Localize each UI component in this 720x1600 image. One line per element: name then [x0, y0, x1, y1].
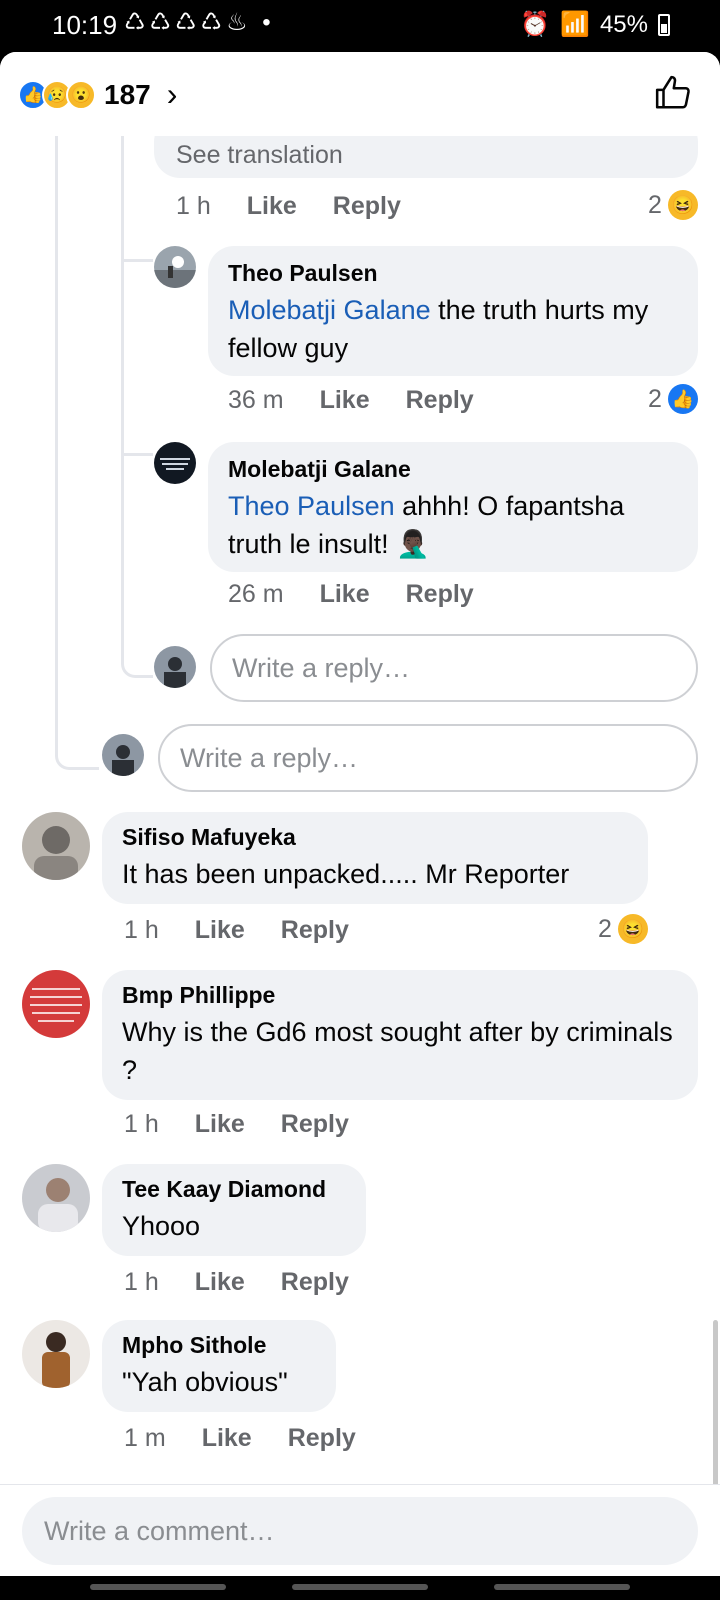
avatar[interactable]	[22, 1164, 90, 1232]
alarm-icon: ⏰	[520, 11, 551, 38]
reply-bubble: Theo Paulsen Molebatji Galane the truth …	[208, 246, 698, 376]
reactions-summary[interactable]: 👍 😥 😮 187 ›	[18, 76, 177, 113]
reactions-header: 👍 😥 😮 187 ›	[0, 52, 720, 136]
reply-link[interactable]: Reply	[281, 1110, 349, 1139]
mention-link[interactable]: Molebatji Galane	[228, 295, 431, 325]
reaction-badge[interactable]: 2 😆	[648, 190, 698, 220]
comment-text: Theo Paulsen ahhh! O fapantsha truth le …	[228, 487, 678, 563]
user-avatar	[102, 734, 144, 776]
comment-time: 1 m	[124, 1424, 166, 1452]
avatar[interactable]	[22, 1320, 90, 1388]
comment-input[interactable]: Write a comment…	[22, 1497, 698, 1565]
like-link[interactable]: Like	[320, 386, 370, 415]
reaction-badge-count: 2	[648, 384, 662, 413]
comment-actions: 1 h Like Reply	[176, 192, 401, 221]
like-button-icon[interactable]	[654, 74, 692, 112]
notification-icons: ♺♺♺♺♨ •	[124, 9, 275, 36]
clock: 10:19	[52, 10, 118, 40]
reaction-badge[interactable]: 2 😆	[598, 914, 648, 944]
comment-composer: Write a comment…	[0, 1484, 720, 1576]
system-nav-bar	[0, 1576, 720, 1600]
avatar[interactable]	[22, 970, 90, 1038]
comment-time: 36 m	[228, 386, 284, 414]
laugh-reaction-icon: 😆	[617, 914, 648, 944]
comment-bubble: See translation	[154, 136, 698, 178]
comment-text: It has been unpacked..... Mr Reporter	[122, 859, 570, 889]
comment-actions: 1 m Like Reply	[124, 1424, 356, 1453]
avatar[interactable]	[154, 442, 196, 484]
reply-input[interactable]: Write a reply…	[210, 634, 698, 702]
comment-text: Why is the Gd6 most sought after by crim…	[122, 1017, 673, 1085]
commenter-name[interactable]: Mpho Sithole	[122, 1332, 316, 1359]
system-icons: ⏰ 📶 45%	[520, 10, 670, 39]
reply-link[interactable]: Reply	[288, 1424, 356, 1453]
comment-time: 26 m	[228, 580, 284, 608]
laugh-reaction-icon: 😆	[667, 190, 698, 220]
comment-text: Molebatji Galane the truth hurts my fell…	[228, 291, 678, 367]
like-link[interactable]: Like	[320, 580, 370, 609]
comment-bubble: Mpho Sithole "Yah obvious"	[102, 1320, 336, 1412]
thread-line-inner	[121, 136, 153, 678]
back-button[interactable]	[494, 1584, 630, 1590]
reply-link[interactable]: Reply	[281, 1268, 349, 1297]
chevron-right-icon: ›	[166, 76, 178, 112]
reaction-badge-count: 2	[598, 914, 612, 943]
reply-input[interactable]: Write a reply…	[158, 724, 698, 792]
like-link[interactable]: Like	[195, 1268, 245, 1297]
status-bar: 10:19 ♺♺♺♺♨ • ⏰ 📶 45%	[0, 0, 720, 52]
like-link[interactable]: Like	[195, 916, 245, 945]
reply-link[interactable]: Reply	[281, 916, 349, 945]
comment-bubble: Tee Kaay Diamond Yhooo	[102, 1164, 366, 1256]
comment-actions: 1 h Like Reply	[124, 1268, 349, 1297]
home-button[interactable]	[292, 1584, 428, 1590]
see-translation-link[interactable]: See translation	[176, 141, 343, 169]
wow-reaction-icon: 😮	[66, 79, 96, 110]
mention-link[interactable]: Theo Paulsen	[228, 491, 395, 521]
thread-branch	[121, 450, 153, 456]
comment-time: 1 h	[124, 1268, 159, 1296]
thread-line-outer	[55, 136, 99, 770]
comments-list[interactable]: See translation 1 h Like Reply 2 😆 Theo …	[0, 136, 720, 1536]
comment-actions: 26 m Like Reply	[228, 580, 474, 609]
reaction-count: 187	[104, 78, 151, 110]
comment-time: 1 h	[176, 192, 211, 220]
commenter-name[interactable]: Tee Kaay Diamond	[122, 1176, 346, 1203]
comment-actions: 1 h Like Reply	[124, 1110, 349, 1139]
like-reaction-icon: 👍	[667, 384, 698, 414]
user-avatar	[154, 646, 196, 688]
like-link[interactable]: Like	[195, 1110, 245, 1139]
comment-actions: 1 h Like Reply	[124, 916, 349, 945]
reply-bubble: Molebatji Galane Theo Paulsen ahhh! O fa…	[208, 442, 698, 572]
reply-link[interactable]: Reply	[333, 192, 401, 221]
comment-text: Yhooo	[122, 1211, 201, 1241]
comment-time: 1 h	[124, 1110, 159, 1138]
battery-percent: 45%	[599, 10, 648, 38]
reply-link[interactable]: Reply	[406, 580, 474, 609]
commenter-name[interactable]: Molebatji Galane	[228, 456, 678, 483]
comment-text: "Yah obvious"	[122, 1367, 288, 1397]
commenter-name[interactable]: Theo Paulsen	[228, 260, 678, 287]
reaction-badge-count: 2	[648, 190, 662, 219]
avatar[interactable]	[22, 812, 90, 880]
like-link[interactable]: Like	[247, 192, 297, 221]
commenter-name[interactable]: Sifiso Mafuyeka	[122, 824, 628, 851]
avatar[interactable]	[154, 246, 196, 288]
thread-branch	[121, 256, 153, 262]
comments-sheet: 👍 😥 😮 187 › See translation 1 h Like Rep…	[0, 52, 720, 1576]
comment-actions: 36 m Like Reply	[228, 386, 474, 415]
reply-link[interactable]: Reply	[406, 386, 474, 415]
comment-bubble: Sifiso Mafuyeka It has been unpacked....…	[102, 812, 648, 904]
commenter-name[interactable]: Bmp Phillippe	[122, 982, 678, 1009]
comment-time: 1 h	[124, 916, 159, 944]
wifi-icon: 📶	[560, 11, 590, 38]
battery-icon	[658, 13, 670, 36]
recent-apps-button[interactable]	[90, 1584, 226, 1590]
like-link[interactable]: Like	[202, 1424, 252, 1453]
reaction-badge[interactable]: 2 👍	[648, 384, 698, 414]
comment-bubble: Bmp Phillippe Why is the Gd6 most sought…	[102, 970, 698, 1100]
